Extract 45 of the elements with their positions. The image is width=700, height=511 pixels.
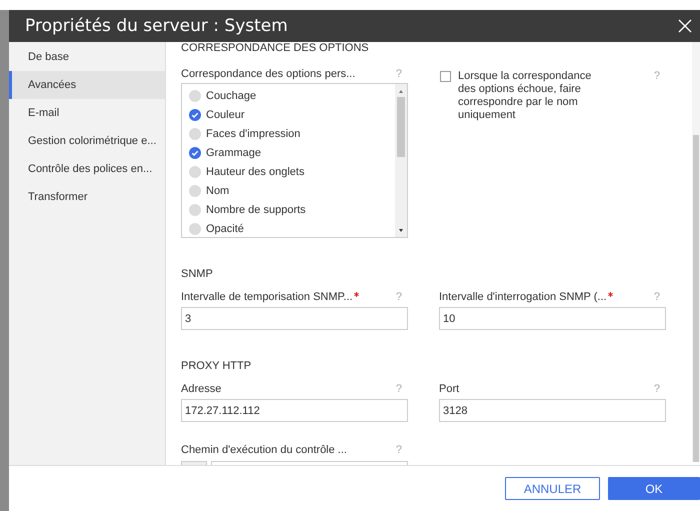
field-label: Correspondance des options pers... xyxy=(181,68,356,80)
sidebar-item[interactable]: E-mail xyxy=(9,99,165,127)
unchecked-circle-icon[interactable] xyxy=(189,166,201,178)
input-field[interactable]: 3 xyxy=(181,307,408,330)
sidebar-item[interactable]: Contrôle des polices en... xyxy=(9,155,165,183)
unchecked-circle-icon[interactable] xyxy=(189,90,201,102)
section-heading: CORRESPONDANCE DES OPTIONS xyxy=(181,42,370,56)
cancel-button[interactable]: ANNULER xyxy=(505,477,600,500)
sidebar-item[interactable]: Gestion colorimétrique e... xyxy=(9,127,165,155)
section-heading: PROXY HTTP xyxy=(181,360,252,372)
sidebar-item[interactable]: Transformer xyxy=(9,183,165,211)
ok-button[interactable]: OK xyxy=(608,477,700,500)
unchecked-circle-icon[interactable] xyxy=(189,222,201,234)
window-title: Propriétés du serveur : System xyxy=(25,16,288,36)
required-icon xyxy=(608,291,613,297)
close-icon[interactable] xyxy=(678,19,692,33)
option-item[interactable]: Nom xyxy=(182,181,395,200)
scrollbar[interactable] xyxy=(692,42,700,462)
required-icon xyxy=(354,291,359,297)
option-item[interactable]: Grammage xyxy=(182,143,395,162)
sidebar-item[interactable]: Avancées xyxy=(9,71,165,99)
unchecked-circle-icon[interactable] xyxy=(189,184,201,196)
option-item[interactable]: Couleur xyxy=(182,105,395,124)
sidebar-item[interactable]: De base xyxy=(9,43,165,71)
option-item[interactable]: Opacité xyxy=(182,219,395,237)
input-field[interactable]: 3128 xyxy=(439,399,666,422)
checked-circle-icon[interactable] xyxy=(189,108,201,120)
option-item[interactable]: Hauteur des onglets xyxy=(182,162,395,181)
scrollbar[interactable] xyxy=(395,84,407,237)
checked-circle-icon[interactable] xyxy=(189,146,201,158)
unchecked-circle-icon[interactable] xyxy=(189,128,201,140)
unchecked-circle-icon[interactable] xyxy=(189,204,201,216)
field-label: Intervalle d'interrogation SNMP (... xyxy=(439,291,607,303)
option-item[interactable]: Nombre de supports xyxy=(182,200,395,219)
input-field[interactable]: 172.27.112.112 xyxy=(181,399,408,422)
checkbox[interactable] xyxy=(440,71,451,82)
field-label: Chemin d'exécution du contrôle ... xyxy=(181,444,347,456)
input-field[interactable]: 10 xyxy=(439,307,666,330)
option-item[interactable]: Faces d'impression xyxy=(182,124,395,143)
option-item[interactable]: Couchage xyxy=(182,86,395,105)
checkbox-label: Lorsque la correspondance des options échoue, faire correspondre par le nom uniquement xyxy=(458,70,592,122)
field-label: Adresse xyxy=(181,383,222,395)
field-label: Intervalle de temporisation SNMP... xyxy=(181,291,353,303)
section-heading: SNMP xyxy=(181,268,214,280)
field-label: Port xyxy=(439,383,460,395)
